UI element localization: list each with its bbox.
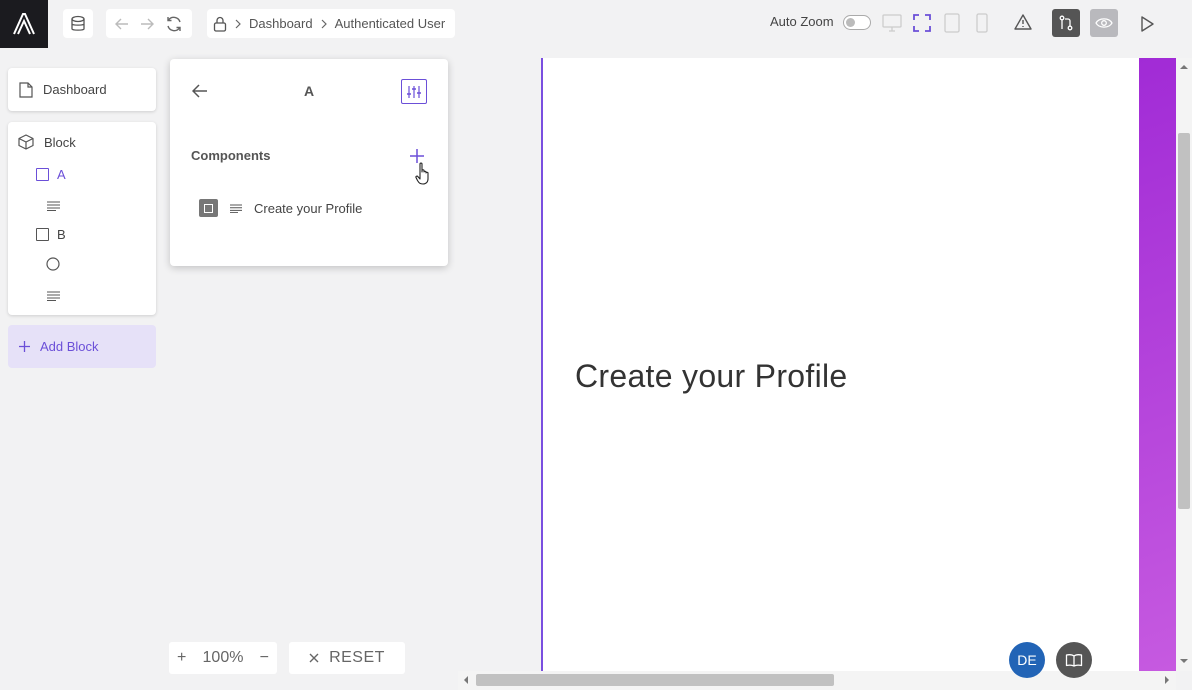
component-item-label: Create your Profile (254, 200, 363, 216)
version-control-button[interactable] (1052, 9, 1080, 37)
panel-title: A (304, 83, 315, 99)
warning-icon[interactable] (1014, 14, 1032, 30)
git-compare-icon (1059, 15, 1073, 31)
tree-item-block[interactable]: Block (18, 134, 76, 150)
zoom-in-button[interactable]: + (177, 649, 186, 667)
desktop-view-icon[interactable] (882, 14, 902, 32)
auto-zoom-label: Auto Zoom (770, 14, 834, 29)
fullscreen-view-icon[interactable] (913, 14, 931, 32)
zoom-value: 100% (202, 649, 244, 666)
tree-item-b[interactable]: B (36, 227, 66, 242)
undo-icon[interactable] (115, 18, 129, 30)
horizontal-scroll-thumb[interactable] (476, 674, 834, 686)
add-component-icon[interactable] (410, 149, 424, 163)
scroll-up-icon[interactable] (1180, 64, 1188, 70)
scroll-right-icon[interactable] (1164, 676, 1170, 684)
block-tree: Block A B (8, 122, 156, 315)
tablet-view-icon[interactable] (944, 13, 960, 33)
canvas-page[interactable]: Create your Profile (541, 58, 1141, 671)
reset-label: RESET (329, 649, 385, 666)
canvas-heading[interactable]: Create your Profile (575, 358, 847, 395)
history-controls (106, 9, 192, 38)
tree-item-a[interactable]: A (36, 167, 66, 182)
plus-icon (19, 341, 30, 352)
book-icon (1065, 654, 1083, 667)
breadcrumb-item-authenticated-user[interactable]: Authenticated User (335, 16, 446, 31)
add-block-button[interactable]: Add Block (8, 325, 156, 368)
zoom-out-button[interactable]: − (260, 649, 269, 667)
play-icon[interactable] (1140, 16, 1154, 32)
circle-icon (46, 257, 60, 271)
text-lines-icon (47, 201, 60, 211)
zoom-control: + 100% − (169, 642, 277, 674)
sidebar-dashboard-label: Dashboard (43, 82, 107, 97)
hand-cursor-icon (415, 162, 431, 186)
app-logo[interactable] (0, 0, 48, 48)
docs-button[interactable] (1056, 642, 1092, 678)
user-avatar-button[interactable]: DE (1009, 642, 1045, 678)
square-icon (36, 228, 49, 241)
refresh-icon[interactable] (165, 15, 183, 33)
back-arrow-icon[interactable] (192, 84, 208, 98)
tree-item-b-circle[interactable] (46, 257, 60, 276)
page-icon (19, 81, 33, 98)
component-panel: A Components Create your Profile (170, 59, 448, 266)
eye-icon (1095, 18, 1113, 28)
tree-block-label: Block (44, 134, 76, 150)
square-icon (36, 168, 49, 181)
cube-icon (18, 134, 34, 150)
breadcrumb-item-dashboard[interactable]: Dashboard (249, 16, 313, 31)
chevron-right-icon (235, 19, 241, 29)
component-square-icon (199, 199, 218, 217)
scroll-left-icon[interactable] (463, 676, 469, 684)
reset-button[interactable]: RESET (289, 642, 405, 674)
vertical-scroll-thumb[interactable] (1178, 133, 1190, 509)
panel-settings-button[interactable] (401, 79, 427, 104)
component-item-create-profile[interactable]: Create your Profile (199, 199, 362, 217)
preview-button[interactable] (1090, 9, 1118, 37)
database-button[interactable] (63, 9, 93, 38)
tree-b-label: B (57, 227, 66, 242)
tree-item-b-text[interactable] (47, 288, 60, 306)
top-bar: Dashboard Authenticated User Auto Zoom (0, 0, 1192, 48)
scroll-down-icon[interactable] (1180, 658, 1188, 664)
tree-item-a-text[interactable] (47, 198, 60, 216)
tree-a-label: A (57, 167, 66, 182)
text-lines-icon (230, 204, 242, 213)
chevron-right-icon (321, 19, 327, 29)
database-icon (71, 15, 85, 31)
sliders-icon (407, 85, 421, 98)
canvas-gradient-strip (1139, 58, 1176, 671)
auto-zoom-toggle[interactable] (843, 15, 871, 30)
breadcrumb: Dashboard Authenticated User (207, 9, 455, 38)
add-block-label: Add Block (40, 339, 99, 354)
redo-icon[interactable] (140, 18, 154, 30)
lock-icon (213, 16, 227, 32)
text-lines-icon (47, 291, 60, 301)
close-icon (309, 653, 319, 663)
avatar-initials: DE (1017, 652, 1037, 668)
mobile-view-icon[interactable] (976, 13, 988, 33)
sidebar-item-dashboard[interactable]: Dashboard (8, 68, 156, 111)
components-heading: Components (191, 148, 271, 163)
